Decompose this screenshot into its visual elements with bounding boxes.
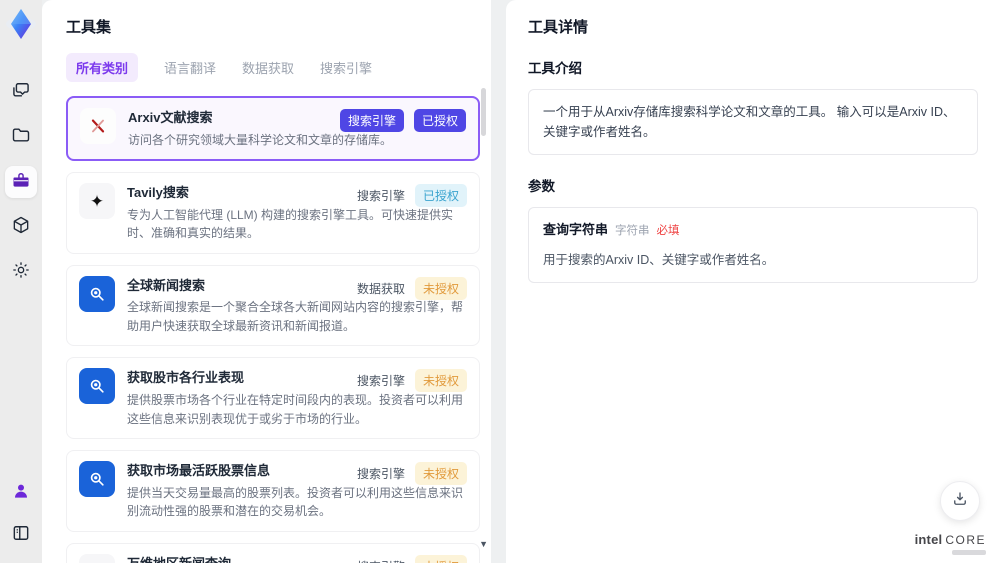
intel-sub-badge [952, 550, 986, 555]
page-title: 工具集 [66, 19, 112, 36]
category-label: 数据获取 [356, 281, 405, 296]
tool-desc: 专为人工智能代理 (LLM) 构建的搜索引擎工具。可快速提供实时、准确和真实的结… [127, 207, 454, 241]
panel-toggle-icon [11, 523, 31, 548]
status-badge: 未授权 [414, 369, 467, 393]
intro-box: 一个用于从Arxiv存储库搜索科学论文和文章的工具。 输入可以是Arxiv ID… [528, 89, 978, 155]
search-icon [79, 275, 115, 312]
tool-card-regional-news[interactable]: 万维地区新闻查询 查询具体行政区划内的新闻，快速了解各地新闻动 搜索引擎 未授权 [66, 542, 480, 563]
status-badge: 未授权 [414, 276, 467, 300]
tool-desc: 提供股票市场各个行业在特定时间段内的表现。投资者可以利用这些信息来识别表现优于或… [127, 392, 464, 426]
status-badge: 已授权 [413, 109, 466, 132]
tool-list-panel: 工具集 所有类别 语言翻译 数据获取 搜索引擎 Arxiv文献搜索 访问各个研究… [42, 0, 491, 563]
tool-desc: 全球新闻搜索是一个聚合全球各大新闻网站内容的搜索引擎，帮助用户快速获取全球最新资… [127, 300, 464, 333]
search-icon [79, 461, 115, 498]
tool-desc: 访问各个研究领域大量科学论文和文章的存储库。 [128, 132, 393, 147]
intro-text: 一个用于从Arxiv存储库搜索科学论文和文章的工具。 输入可以是Arxiv ID… [543, 105, 956, 139]
category-label: 搜索引擎 [356, 467, 405, 482]
gear-icon [11, 260, 31, 285]
category-label: 搜索引擎 [357, 558, 405, 563]
category-label: 搜索引擎 [356, 189, 405, 204]
sidebar-item-collapse[interactable] [5, 519, 37, 551]
cube-icon [11, 215, 31, 240]
category-tabs: 所有类别 语言翻译 数据获取 搜索引擎 [66, 53, 475, 82]
sidebar-item-chat[interactable] [5, 76, 37, 108]
arxiv-logo-icon [80, 108, 116, 144]
sidebar-item-account[interactable] [5, 477, 37, 509]
user-icon [11, 481, 31, 506]
sidebar-item-settings[interactable] [5, 256, 37, 288]
tool-card-arxiv[interactable]: Arxiv文献搜索 访问各个研究领域大量科学论文和文章的存储库。 搜索引擎 已授… [66, 96, 480, 162]
briefcase-icon [11, 170, 31, 195]
scroll-down-arrow[interactable]: ▼ [479, 539, 488, 549]
sidebar-item-files[interactable] [5, 121, 37, 153]
download-icon [951, 490, 969, 513]
newspaper-icon [79, 553, 115, 563]
params-heading: 参数 [528, 179, 555, 194]
category-label: 搜索引擎 [356, 374, 405, 389]
status-badge: 已授权 [414, 184, 467, 208]
intel-wordmark: intel [914, 532, 943, 547]
status-badge: 未授权 [414, 554, 467, 563]
status-badge: 未授权 [414, 462, 467, 486]
param-required-badge: 必填 [656, 225, 680, 237]
param-desc: 用于搜索的Arxiv ID、关键字或作者姓名。 [543, 252, 775, 267]
tool-card-active-stocks[interactable]: 获取市场最活跃股票信息 提供当天交易量最高的股票列表。投资者可以利用这些信息来识… [66, 450, 480, 532]
tab-all-categories[interactable]: 所有类别 [66, 53, 139, 82]
tab-search-engine[interactable]: 搜索引擎 [320, 58, 372, 77]
sidebar-item-packages[interactable] [5, 211, 37, 243]
chat-icon [11, 80, 31, 105]
core-wordmark: core [945, 533, 986, 547]
list-scrollbar-thumb[interactable] [481, 88, 486, 136]
tool-desc: 提供当天交易量最高的股票列表。投资者可以利用这些信息来识别流动性强的股票和潜在的… [127, 485, 464, 519]
tool-detail-panel: 工具详情 工具介绍 一个用于从Arxiv存储库搜索科学论文和文章的工具。 输入可… [506, 0, 1000, 563]
rail-bottom [5, 477, 37, 551]
tab-translation[interactable]: 语言翻译 [164, 58, 216, 77]
star-icon: ✦ [79, 183, 115, 220]
tool-card-global-news[interactable]: 全球新闻搜索 全球新闻搜索是一个聚合全球各大新闻网站内容的搜索引擎，帮助用户快速… [66, 264, 480, 347]
detail-title: 工具详情 [528, 19, 589, 36]
intel-core-logo: intel core [915, 532, 986, 555]
download-button[interactable] [940, 481, 980, 521]
search-icon [79, 368, 115, 405]
folder-icon [11, 125, 31, 150]
tool-card-sector-performance[interactable]: 获取股市各行业表现 提供股票市场各个行业在特定时间段内的表现。投资者可以利用这些… [66, 357, 480, 440]
sidebar-item-tools[interactable] [5, 166, 37, 198]
sidebar-rail [0, 0, 42, 563]
param-type: 字符串 [615, 225, 650, 237]
intro-heading: 工具介绍 [528, 61, 582, 76]
tool-list: Arxiv文献搜索 访问各个研究领域大量科学论文和文章的存储库。 搜索引擎 已授… [66, 96, 480, 563]
category-badge: 搜索引擎 [339, 109, 404, 132]
tab-data-fetch[interactable]: 数据获取 [242, 58, 294, 77]
tool-card-tavily[interactable]: ✦ Tavily搜索 专为人工智能代理 (LLM) 构建的搜索引擎工具。可快速提… [66, 172, 480, 254]
param-name: 查询字符串 [543, 222, 609, 237]
param-card: 查询字符串 字符串 必填 用于搜索的Arxiv ID、关键字或作者姓名。 [528, 207, 978, 283]
rail-nav [5, 76, 37, 288]
app-logo[interactable] [3, 6, 39, 42]
